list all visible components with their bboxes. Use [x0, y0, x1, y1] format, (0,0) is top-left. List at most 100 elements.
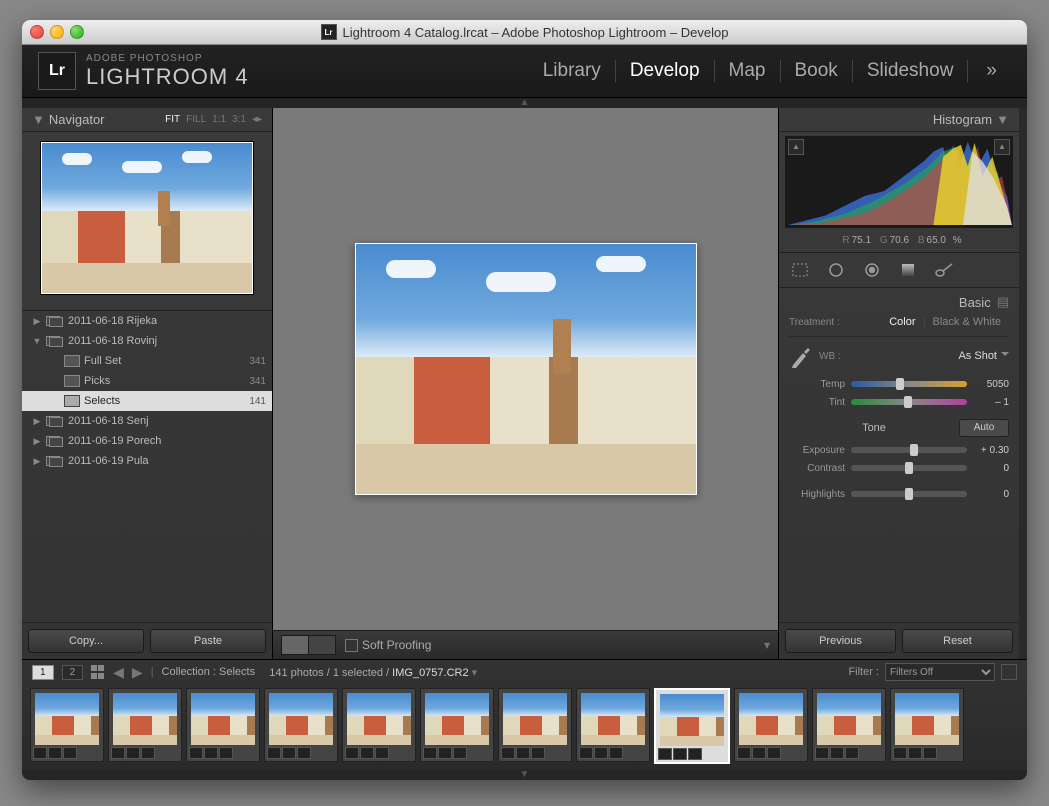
collection-name: 2011-06-18 Rijeka [68, 315, 157, 327]
wb-preset-menu[interactable]: As Shot [958, 350, 1009, 362]
tool-strip [779, 253, 1019, 288]
titlebar: Lr Lightroom 4 Catalog.lrcat – Adobe Pho… [22, 20, 1027, 45]
collection-row[interactable]: Full Set341 [22, 351, 272, 371]
collection-count: 341 [249, 356, 266, 367]
previous-button[interactable]: Previous [785, 629, 896, 653]
treatment-color[interactable]: Color [881, 316, 924, 328]
filmstrip-thumbnail[interactable] [420, 688, 494, 762]
histogram-header[interactable]: Histogram ▼ [779, 108, 1019, 132]
badge-icon [141, 747, 155, 759]
filmstrip-thumbnail[interactable] [812, 688, 886, 762]
collection-row[interactable]: ▶2011-06-19 Pula [22, 451, 272, 471]
badge-icon [345, 747, 359, 759]
auto-tone-button[interactable]: Auto [959, 419, 1009, 437]
zoom-menu-icon[interactable]: ◂▸ [252, 114, 262, 125]
loupe-view[interactable] [273, 108, 778, 630]
histogram-display[interactable] [785, 136, 1013, 228]
badge-icon [737, 747, 751, 759]
soft-proofing-toggle[interactable]: Soft Proofing [345, 638, 431, 652]
view-loupe-button[interactable] [281, 635, 309, 655]
badge-icon [673, 748, 687, 760]
filter-preset-menu[interactable]: Filters Off [885, 663, 995, 681]
collection-name: 2011-06-19 Pula [68, 455, 149, 467]
filmstrip-toolbar: 1 2 ◀ ▶ | Collection : Selects 141 photo… [22, 660, 1027, 684]
collection-name: Selects [84, 395, 120, 407]
badge-icon [267, 747, 281, 759]
module-slideshow[interactable]: Slideshow [853, 60, 969, 82]
tint-slider[interactable]: Tint – 1 [789, 393, 1009, 411]
copy-button[interactable]: Copy... [28, 629, 144, 653]
filmstrip-thumbnail[interactable] [108, 688, 182, 762]
module-more-icon[interactable]: » [972, 60, 1011, 82]
toolbar-menu-icon[interactable]: ▾ [764, 638, 770, 652]
badge-icon [531, 747, 545, 759]
prev-photo-icon[interactable]: ◀ [113, 664, 124, 681]
source-indicator[interactable]: Collection : Selects [162, 666, 256, 678]
crop-tool-icon[interactable] [787, 259, 813, 281]
next-photo-icon[interactable]: ▶ [132, 664, 143, 681]
collection-row[interactable]: ▶2011-06-18 Rijeka [22, 311, 272, 331]
reset-button[interactable]: Reset [902, 629, 1013, 653]
panel-switch-icon[interactable]: ▤ [997, 294, 1009, 310]
filmstrip-thumbnail[interactable] [576, 688, 650, 762]
module-develop[interactable]: Develop [616, 60, 715, 82]
second-window-button[interactable]: 2 [62, 665, 84, 680]
zoom-fit[interactable]: FIT [165, 114, 180, 125]
filmstrip-thumbnail[interactable] [734, 688, 808, 762]
graduated-filter-tool-icon[interactable] [895, 259, 921, 281]
navigator-preview[interactable] [41, 142, 253, 294]
right-panel-grip[interactable] [1019, 108, 1027, 659]
collection-row[interactable]: Picks341 [22, 371, 272, 391]
module-library[interactable]: Library [529, 60, 616, 82]
filter-lock-icon[interactable] [1001, 664, 1017, 680]
filmstrip[interactable] [22, 684, 1027, 770]
collection-name: 2011-06-18 Rovinj [68, 335, 157, 347]
filmstrip-thumbnail[interactable] [30, 688, 104, 762]
badge-icon [908, 747, 922, 759]
white-balance-picker-icon[interactable] [789, 343, 811, 369]
badge-icon [767, 747, 781, 759]
zoom-fill[interactable]: FILL [186, 114, 206, 125]
filmstrip-thumbnail[interactable] [264, 688, 338, 762]
histogram-title: Histogram [933, 112, 992, 127]
filmstrip-thumbnail[interactable] [186, 688, 260, 762]
app-icon: Lr [321, 24, 337, 40]
highlights-slider[interactable]: Highlights 0 [789, 485, 1009, 503]
filmstrip-thumbnail[interactable] [342, 688, 416, 762]
view-before-after-button[interactable] [308, 635, 336, 655]
spot-removal-tool-icon[interactable] [823, 259, 849, 281]
badge-icon [63, 747, 77, 759]
collection-row[interactable]: Selects141 [22, 391, 272, 411]
treatment-bw[interactable]: Black & White [925, 316, 1009, 328]
contrast-slider[interactable]: Contrast 0 [789, 459, 1009, 477]
collection-row[interactable]: ▶2011-06-19 Porech [22, 431, 272, 451]
main-window-button[interactable]: 1 [32, 665, 54, 680]
basic-panel-header[interactable]: Basic ▤ [789, 292, 1009, 312]
badge-icon [516, 747, 530, 759]
filmstrip-thumbnail[interactable] [654, 688, 730, 764]
collection-row[interactable]: ▼2011-06-18 Rovinj [22, 331, 272, 351]
badge-icon [830, 747, 844, 759]
module-book[interactable]: Book [781, 60, 853, 82]
zoom-3to1[interactable]: 3:1 [232, 114, 246, 125]
paste-button[interactable]: Paste [150, 629, 266, 653]
redeye-tool-icon[interactable] [859, 259, 885, 281]
collection-row[interactable]: ▶2011-06-18 Senj [22, 411, 272, 431]
adjustment-brush-tool-icon[interactable] [931, 259, 957, 281]
collapse-bottom-arrow-icon[interactable]: ▼ [22, 770, 1027, 780]
module-map[interactable]: Map [715, 60, 781, 82]
filmstrip-thumbnail[interactable] [498, 688, 572, 762]
badge-icon [501, 747, 515, 759]
temp-slider[interactable]: Temp 5050 [789, 375, 1009, 393]
badge-icon [360, 747, 374, 759]
filmstrip-thumbnail[interactable] [890, 688, 964, 762]
exposure-slider[interactable]: Exposure + 0.30 [789, 441, 1009, 459]
grid-view-icon[interactable] [91, 665, 105, 679]
badge-icon [893, 747, 907, 759]
brand-product: LIGHTROOM 4 [86, 65, 249, 88]
navigator-header[interactable]: ▼ Navigator FIT FILL 1:1 3:1 ◂▸ [22, 108, 272, 132]
zoom-1to1[interactable]: 1:1 [212, 114, 226, 125]
badge-icon [609, 747, 623, 759]
checkbox-icon [345, 639, 358, 652]
collapse-top-arrow-icon[interactable]: ▲ [22, 98, 1027, 108]
